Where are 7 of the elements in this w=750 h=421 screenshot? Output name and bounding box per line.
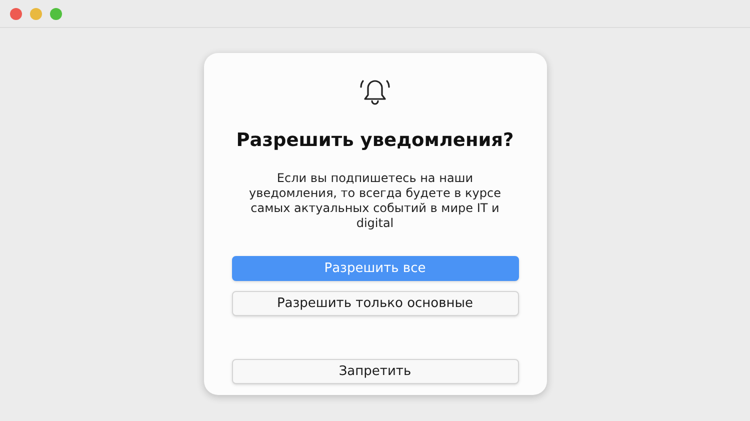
dialog-message: Если вы подпишетесь на наши уведомления, то всегда будете в курсе самых актуальных событий в мире IT и digital	[248, 170, 502, 231]
minimize-window-icon[interactable]	[30, 8, 42, 20]
dialog-button[interactable]: Разрешить только основные	[232, 290, 518, 316]
dialog-button[interactable]: Запретить	[232, 358, 518, 384]
dialog-title: Разрешить уведомления?	[236, 129, 514, 153]
zoom-window-icon[interactable]	[50, 8, 62, 20]
close-window-icon[interactable]	[10, 8, 22, 20]
